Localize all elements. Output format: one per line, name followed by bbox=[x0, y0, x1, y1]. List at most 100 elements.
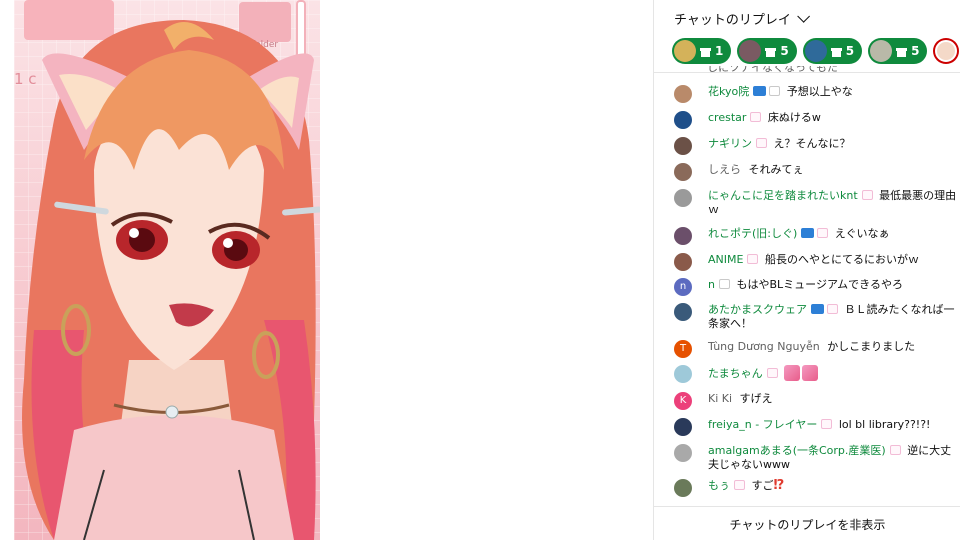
gift-icon bbox=[765, 46, 777, 57]
ticker-avatar bbox=[674, 40, 696, 62]
custom-emoji-icon bbox=[802, 365, 819, 381]
avatar[interactable] bbox=[674, 163, 692, 181]
avatar[interactable] bbox=[674, 303, 692, 321]
ticker-avatar bbox=[739, 40, 762, 62]
author-name[interactable]: freiya_n - フレイヤー bbox=[708, 418, 817, 431]
member-badge-icon bbox=[821, 419, 833, 429]
author-name[interactable]: れこポテ(旧:しぐ) bbox=[708, 227, 797, 240]
member-badge-icon bbox=[734, 480, 745, 490]
author-name[interactable]: あたかまスクウェア bbox=[708, 303, 807, 316]
ticker-avatar bbox=[804, 40, 827, 62]
author-name[interactable]: Tùng Dương Nguyễn bbox=[708, 340, 820, 353]
ticker-count: 5 bbox=[845, 44, 855, 58]
author-name[interactable]: amalgamあまる(一条Corp.産業医) bbox=[708, 444, 886, 457]
avatar[interactable] bbox=[674, 227, 692, 245]
ticker-count: 5 bbox=[911, 44, 920, 58]
avatar[interactable] bbox=[674, 189, 692, 207]
message-text: それみてぇ bbox=[748, 163, 804, 176]
member-badge-icon bbox=[750, 112, 762, 122]
vtuber-avatar bbox=[22, 20, 320, 540]
message-text: もはやBLミュージアムできるやろ bbox=[736, 278, 903, 291]
gift-ticker-bar: 1 5 5 5 bbox=[672, 38, 960, 66]
avatar[interactable] bbox=[674, 418, 692, 436]
author-name[interactable]: crestar bbox=[708, 111, 746, 124]
author-name[interactable]: しえら bbox=[708, 163, 741, 176]
chat-message: ANIME 船長のへやとにてるにおいがｗ bbox=[674, 253, 960, 271]
chat-message: もぅ すご⁉ bbox=[674, 479, 960, 497]
avatar[interactable] bbox=[674, 85, 692, 103]
ticker-avatar bbox=[935, 40, 958, 62]
member-badge-icon bbox=[801, 228, 815, 238]
message-text: 船長のへやとにてるにおいがｗ bbox=[764, 253, 919, 266]
cutoff-message: しにツナイなくなってもた bbox=[707, 66, 838, 74]
gift-icon bbox=[896, 46, 908, 57]
member-badge-icon bbox=[747, 254, 759, 264]
gift-ticker[interactable]: 1 bbox=[672, 38, 732, 64]
message-text: え？そんなに？ bbox=[773, 137, 851, 150]
avatar[interactable]: T bbox=[674, 340, 692, 358]
gift-icon bbox=[830, 46, 842, 57]
avatar[interactable]: K bbox=[674, 392, 692, 410]
author-name[interactable]: たまちゃん bbox=[708, 367, 763, 380]
chat-message-list[interactable]: しにツナイなくなってもた 花kyo院 予想以上やな crestar 床ぬけるw … bbox=[654, 66, 960, 506]
member-badge-icon bbox=[753, 86, 767, 96]
member-badge-icon bbox=[766, 368, 778, 378]
exclamation-question-icon: ⁉ bbox=[773, 478, 785, 493]
chat-message: freiya_n - フレイヤー lol bl library??!?! bbox=[674, 418, 960, 436]
avatar[interactable] bbox=[674, 137, 692, 155]
chat-message: T Tùng Dương Nguyễn かしこまりました bbox=[674, 340, 960, 358]
author-name[interactable]: ANIME bbox=[708, 253, 743, 266]
chat-message: あたかまスクウェア ＢＬ読みたくなれば一条家へ！ bbox=[674, 303, 960, 331]
chat-message: 花kyo院 予想以上やな bbox=[674, 85, 960, 103]
chat-message: crestar 床ぬけるw bbox=[674, 111, 960, 129]
message-text: 床ぬけるw bbox=[767, 111, 821, 124]
chat-message: れこポテ(旧:しぐ) えぐいなぁ bbox=[674, 227, 960, 245]
ticker-count: 1 bbox=[715, 44, 724, 58]
message-text: lol bl library??!?! bbox=[838, 418, 931, 431]
moderator-badge-icon bbox=[769, 86, 781, 96]
ticker-avatar bbox=[870, 40, 893, 62]
message-text: 予想以上やな bbox=[786, 85, 853, 98]
chat-header-title: チャットのリプレイ bbox=[674, 12, 791, 28]
gift-ticker[interactable]: 5 bbox=[868, 38, 928, 64]
chat-message: にゃんこに足を踏まれたいknt 最低最悪の理由ｗ bbox=[674, 189, 960, 217]
message-text: かしこまりました bbox=[827, 340, 916, 353]
video-player[interactable]: folder 1 c bbox=[14, 0, 320, 540]
avatar[interactable] bbox=[674, 111, 692, 129]
avatar[interactable] bbox=[674, 365, 692, 383]
live-chat-replay-panel: チャットのリプレイ 1 5 5 5 しにツナイなくなってもた 花kyo院 予想以… bbox=[653, 0, 960, 540]
chat-message: しえら それみてぇ bbox=[674, 163, 960, 181]
superchat-ticker[interactable] bbox=[933, 38, 960, 64]
chat-message: n n もはやBLミュージアムできるやろ bbox=[674, 278, 960, 296]
hide-chat-replay-button[interactable]: チャットのリプレイを非表示 bbox=[654, 506, 960, 540]
avatar[interactable] bbox=[674, 253, 692, 271]
ticker-count: 5 bbox=[780, 44, 789, 58]
author-name[interactable]: もぅ bbox=[708, 479, 730, 492]
member-badge-icon bbox=[811, 304, 824, 314]
gift-icon bbox=[700, 46, 711, 57]
avatar[interactable] bbox=[674, 479, 692, 497]
member-badge-icon bbox=[889, 445, 901, 455]
author-name[interactable]: n bbox=[708, 278, 715, 291]
custom-emoji-icon bbox=[784, 365, 801, 381]
author-name[interactable]: ナギリン bbox=[708, 137, 752, 150]
chevron-down-icon bbox=[797, 9, 810, 23]
chat-message: ナギリン え？そんなに？ bbox=[674, 137, 960, 155]
gift-ticker[interactable]: 5 bbox=[737, 38, 797, 64]
avatar[interactable] bbox=[674, 444, 692, 462]
author-name[interactable]: にゃんこに足を踏まれたいknt bbox=[708, 189, 858, 202]
gift-ticker[interactable]: 5 bbox=[802, 38, 863, 64]
message-text: すげえ bbox=[739, 392, 773, 405]
avatar[interactable]: n bbox=[674, 278, 692, 296]
chat-message: amalgamあまる(一条Corp.産業医) 逆に大丈夫じゃないwww bbox=[674, 444, 960, 472]
chat-replay-dropdown[interactable]: チャットのリプレイ bbox=[654, 0, 960, 36]
member-badge-icon bbox=[861, 190, 873, 200]
chat-message: K Ki Ki すげえ bbox=[674, 392, 960, 410]
message-text: えぐいなぁ bbox=[834, 227, 890, 240]
author-name[interactable]: Ki Ki bbox=[708, 392, 732, 405]
member-badge-icon bbox=[756, 138, 767, 148]
author-name[interactable]: 花kyo院 bbox=[708, 85, 749, 98]
member-badge-icon bbox=[827, 304, 838, 314]
member-badge-icon bbox=[718, 279, 730, 289]
member-badge-icon bbox=[817, 228, 829, 238]
